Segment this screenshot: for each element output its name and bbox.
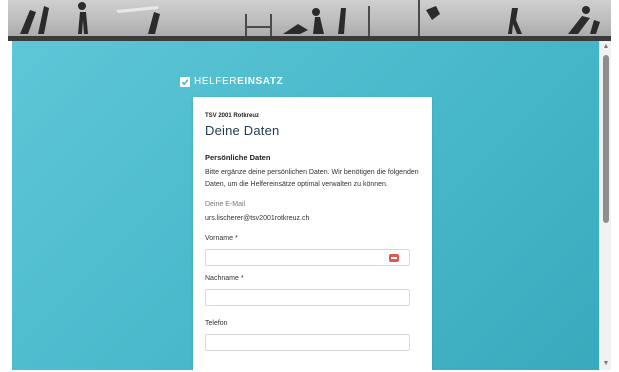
- club-name: TSV 2001 Rotkreuz: [205, 113, 260, 119]
- main-viewport: HELFEREINSATZ TSV 2001 Rotkreuz Deine Da…: [12, 41, 599, 370]
- scroll-down-arrow[interactable]: ▼: [600, 358, 612, 370]
- section-description: Bitte ergänze deine persönlichen Daten. …: [205, 169, 419, 188]
- phone-label-text: Telefon: [205, 320, 228, 327]
- page-scrollbar[interactable]: ▲ ▼: [599, 41, 611, 370]
- section-title: Persönliche Daten: [205, 153, 271, 162]
- email-label: Deine E-Mail: [205, 201, 246, 208]
- scroll-up-arrow[interactable]: ▲: [600, 41, 612, 53]
- page-title: Deine Daten: [205, 123, 280, 138]
- email-value: urs.lischerer@tsv2001rotkreuz.ch: [205, 215, 310, 222]
- lastname-label: Nachname *: [205, 274, 420, 284]
- phone-input[interactable]: [205, 334, 410, 351]
- scroll-thumb[interactable]: [603, 55, 609, 223]
- phone-group: Telefon: [205, 319, 420, 351]
- personal-data-form: TSV 2001 Rotkreuz Deine Daten Persönlich…: [193, 97, 432, 370]
- lastname-required-mark: *: [240, 275, 244, 282]
- firstname-label-text: Vorname: [205, 235, 234, 242]
- logo-text-light: HELFER: [194, 76, 238, 87]
- lastname-label-text: Nachname: [205, 275, 239, 282]
- header-banner: [8, 0, 611, 38]
- logo-text: HELFEREINSATZ: [194, 76, 283, 88]
- password-manager-icon[interactable]: [389, 254, 399, 262]
- helfereinsatz-logo: HELFEREINSATZ: [180, 76, 283, 88]
- logo-text-bold: EINSATZ: [237, 76, 284, 87]
- firstname-input[interactable]: [205, 249, 410, 266]
- checkmark-box-icon: [180, 77, 190, 87]
- lastname-group: Nachname *: [205, 274, 420, 306]
- firstname-required-mark: *: [234, 235, 238, 242]
- firstname-group: Vorname *: [205, 234, 420, 266]
- athlete-silhouettes-image: [20, 0, 600, 38]
- lastname-input[interactable]: [205, 289, 410, 306]
- phone-label: Telefon: [205, 319, 420, 329]
- firstname-label: Vorname *: [205, 234, 420, 244]
